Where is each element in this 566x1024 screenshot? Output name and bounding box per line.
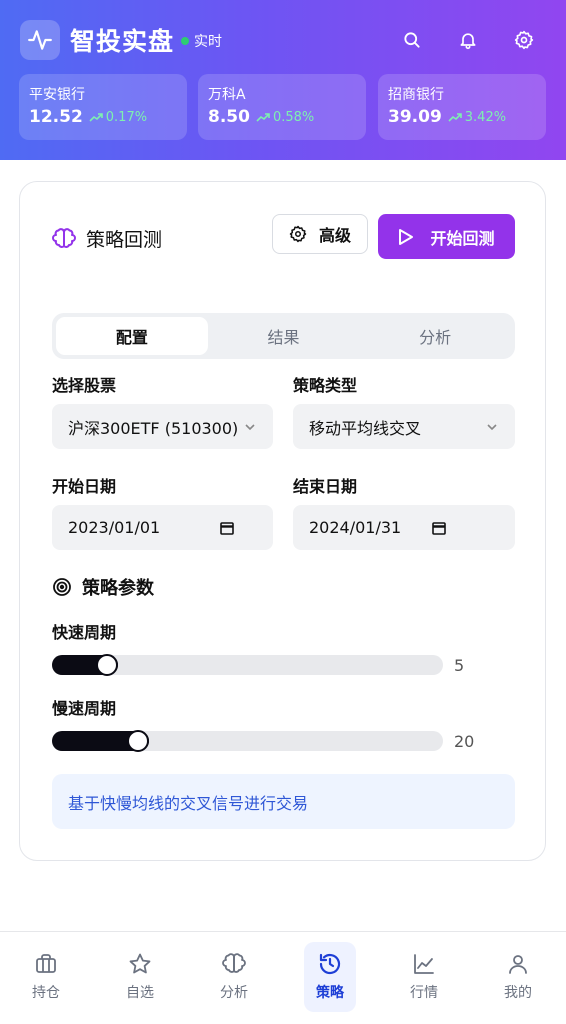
ticker-price: 8.50: [208, 107, 250, 127]
live-label: 实时: [194, 34, 222, 50]
bottom-nav: 持仓 自选 分析 策略 行情 我的: [0, 931, 566, 1024]
stock-select-value: 沪深300ETF (510300): [68, 418, 239, 438]
nav-label: 行情: [410, 985, 438, 1001]
trend-up-icon: [89, 113, 103, 122]
start-date-input[interactable]: 2023/01/01: [52, 505, 273, 550]
app-header: 智投实盘 实时 平安银行 12.52 0.17% 万科A 8.50 0.58%: [0, 0, 566, 160]
tab-config[interactable]: 配置: [56, 317, 208, 355]
stock-select[interactable]: 沪深300ETF (510300): [52, 404, 273, 449]
ticker-change: 0.17%: [89, 110, 147, 125]
ticker-card[interactable]: 万科A 8.50 0.58%: [198, 74, 366, 140]
play-icon: [399, 228, 414, 245]
target-icon: [53, 578, 71, 596]
search-button[interactable]: [400, 28, 424, 52]
gear-icon: [289, 225, 307, 243]
tab-results[interactable]: 结果: [208, 317, 360, 355]
history-icon: [319, 953, 341, 975]
end-date-value: 2024/01/31: [309, 518, 402, 537]
star-icon: [129, 953, 151, 974]
strategy-description: 基于快慢均线的交叉信号进行交易: [52, 774, 515, 829]
nav-item-market[interactable]: 行情: [398, 942, 450, 1012]
nav-item-profile[interactable]: 我的: [492, 942, 544, 1012]
ticker-name: 万科A: [208, 87, 246, 103]
end-date-label: 结束日期: [293, 477, 358, 496]
end-date-input[interactable]: 2024/01/31: [293, 505, 515, 550]
app-title: 智投实盘: [70, 27, 175, 56]
notifications-button[interactable]: [456, 28, 480, 52]
gear-icon: [514, 30, 534, 50]
ticker-name: 平安银行: [29, 87, 85, 103]
settings-button[interactable]: [512, 28, 536, 52]
nav-label: 分析: [220, 985, 248, 1001]
user-icon: [509, 955, 527, 974]
card-title: 策略回测: [52, 225, 162, 252]
stock-label: 选择股票: [52, 376, 117, 395]
params-section-label: 策略参数: [82, 578, 154, 599]
strategy-select-value: 移动平均线交叉: [309, 418, 422, 438]
ticker-price: 12.52: [29, 107, 83, 127]
nav-label: 策略: [316, 985, 344, 1001]
ticker-change: 0.58%: [256, 110, 314, 125]
ticker-change-value: 0.17%: [105, 109, 148, 125]
nav-label: 我的: [504, 985, 532, 1001]
slow-period-slider[interactable]: [52, 730, 443, 752]
live-badge: 实时: [181, 31, 222, 51]
chevron-down-icon: [245, 423, 255, 430]
nav-label: 自选: [126, 985, 154, 1001]
start-backtest-label: 开始回测: [430, 228, 495, 248]
fast-period-value: 5: [454, 656, 465, 675]
live-dot: [181, 37, 189, 45]
nav-item-analysis[interactable]: 分析: [208, 942, 260, 1012]
brain-icon: [52, 227, 76, 248]
slow-period-label: 慢速周期: [52, 699, 117, 718]
start-date-value: 2023/01/01: [68, 518, 161, 537]
tab-bar: 配置 结果 分析: [52, 313, 515, 359]
calendar-icon: [220, 521, 234, 535]
nav-item-watchlist[interactable]: 自选: [114, 942, 166, 1012]
brain-icon: [222, 953, 246, 973]
ticker-card[interactable]: 平安银行 12.52 0.17%: [19, 74, 187, 140]
nav-label: 持仓: [32, 985, 60, 1001]
nav-item-holdings[interactable]: 持仓: [20, 942, 72, 1012]
ticker-card[interactable]: 招商银行 39.09 3.42%: [378, 74, 546, 140]
slow-period-value: 20: [454, 732, 475, 751]
trend-up-icon: [448, 113, 462, 122]
ticker-change-value: 3.42%: [464, 109, 507, 125]
briefcase-icon: [36, 954, 56, 973]
params-section-title: 策略参数: [52, 574, 154, 600]
chart-line-icon: [414, 954, 434, 974]
logo: [20, 20, 60, 60]
fast-period-slider[interactable]: [52, 654, 443, 676]
ticker-name: 招商银行: [388, 87, 444, 103]
fast-period-label: 快速周期: [52, 623, 117, 642]
slow-period-handle[interactable]: [127, 730, 149, 752]
tab-analysis[interactable]: 分析: [359, 317, 511, 355]
calendar-icon: [432, 521, 446, 535]
advanced-button[interactable]: 高级: [272, 214, 368, 254]
strategy-select[interactable]: 移动平均线交叉: [293, 404, 515, 449]
fast-period-handle[interactable]: [96, 654, 118, 676]
start-backtest-button[interactable]: 开始回测: [378, 214, 515, 259]
strategy-label: 策略类型: [293, 376, 358, 395]
trend-up-icon: [256, 113, 270, 122]
ticker-price: 39.09: [388, 107, 442, 127]
pulse-icon: [28, 30, 52, 50]
backtest-card: 策略回测 高级 开始回测 配置 结果 分析 选择股票 沪深300ETF (510…: [19, 181, 546, 861]
advanced-label: 高级: [318, 226, 351, 245]
ticker-change: 3.42%: [448, 110, 506, 125]
ticker-change-value: 0.58%: [272, 109, 315, 125]
chevron-down-icon: [487, 423, 497, 430]
nav-item-strategy[interactable]: 策略: [304, 942, 356, 1012]
search-icon: [404, 32, 420, 48]
card-title-text: 策略回测: [86, 229, 163, 251]
bell-icon: [460, 33, 476, 50]
start-date-label: 开始日期: [52, 477, 117, 496]
